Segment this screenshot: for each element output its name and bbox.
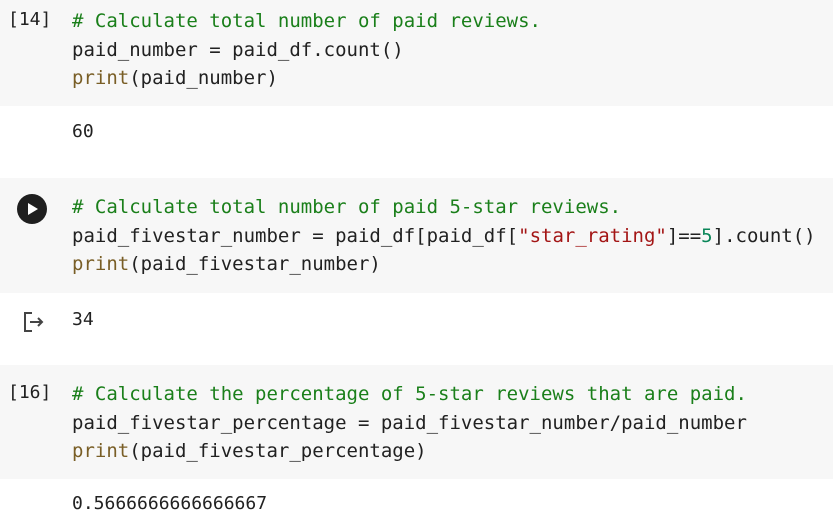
code-token: "star_rating" [518,224,667,247]
execution-count: [16] [8,382,52,403]
code-line: # Calculate total number of paid 5-star … [72,193,829,222]
code-token: print [72,440,130,462]
code-token: ]== [666,224,702,247]
code-token: # Calculate the percentage of 5-star rev… [72,383,747,405]
code-line: paid_fivestar_percentage = paid_fivestar… [72,409,829,438]
code-token: print [72,253,130,275]
code-editor[interactable]: # Calculate total number of paid 5-star … [0,178,833,293]
execution-count: [14] [8,9,52,30]
code-token: (paid_fivestar_number) [129,253,381,275]
code-token: ].count() [712,224,816,247]
code-line: print(paid_fivestar_percentage) [72,437,829,466]
cell-output: 60 [72,121,94,142]
code-token: 5 [701,224,713,247]
code-token: paid_number = paid_df.count() [72,38,404,61]
code-lines: # Calculate total number of paid reviews… [72,7,829,93]
code-token: paid_fivestar_percentage = paid_fivestar… [72,411,747,434]
code-line: paid_number = paid_df.count() [72,36,829,65]
code-line: print(paid_fivestar_number) [72,250,829,279]
code-token: # Calculate total number of paid reviews… [72,10,541,32]
code-line: # Calculate total number of paid reviews… [72,7,829,36]
cell-output: 0.5666666666666667 [72,493,268,514]
code-token: # Calculate total number of paid 5-star … [72,196,622,218]
output-arrow-icon [24,312,44,332]
code-line: paid_fivestar_number = paid_df[paid_df["… [72,222,829,251]
code-line: # Calculate the percentage of 5-star rev… [72,380,829,409]
code-editor[interactable]: [14] # Calculate total number of paid re… [0,0,833,106]
code-line: print(paid_number) [72,64,829,93]
code-editor[interactable]: [16] # Calculate the percentage of 5-sta… [0,365,833,479]
code-token: paid_fivestar_number = paid_df[paid_df[ [72,224,519,247]
play-icon [28,203,38,215]
code-lines: # Calculate the percentage of 5-star rev… [72,380,829,466]
code-token: (paid_number) [129,67,278,89]
run-cell-button[interactable] [17,194,47,224]
code-token: (paid_fivestar_percentage) [129,440,427,462]
cell-output: 34 [72,309,94,330]
code-lines: # Calculate total number of paid 5-star … [72,193,829,279]
code-token: print [72,67,130,89]
